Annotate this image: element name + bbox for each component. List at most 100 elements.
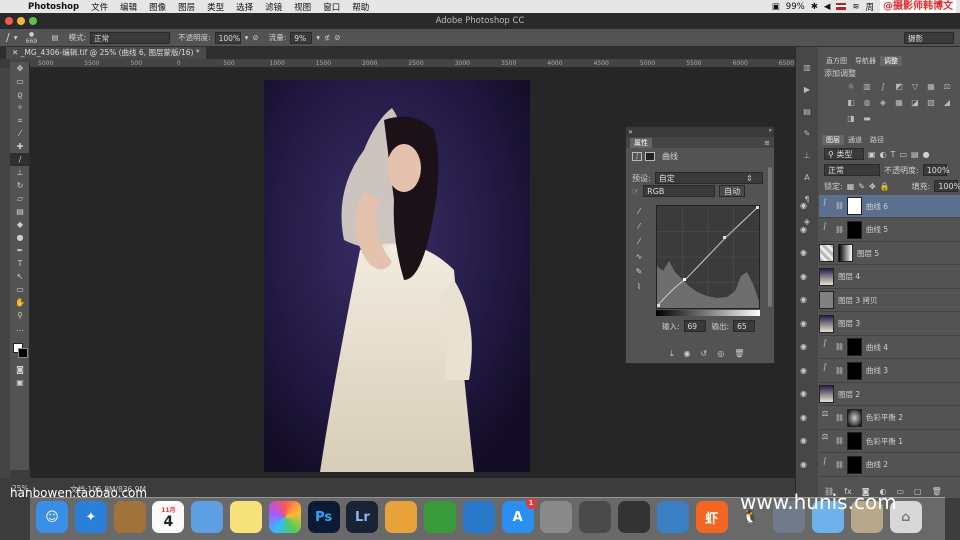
history-panel-icon[interactable]: ▥ — [800, 63, 814, 77]
curves-adjust-icon[interactable]: ∫ — [819, 197, 831, 215]
quick-select-tool-icon[interactable]: ✧ — [10, 101, 30, 114]
menu-image[interactable]: 图像 — [143, 1, 172, 13]
color-balance-icon[interactable]: ⚖ — [819, 432, 831, 450]
layer-row[interactable]: ◉ ⚖ ⛓ 色彩平衡 1 — [800, 430, 960, 453]
brush-tool-icon[interactable]: ∕ — [10, 153, 30, 166]
background-color-swatch[interactable] — [18, 348, 28, 358]
layer-thumbnail[interactable] — [819, 314, 834, 333]
wifi-icon[interactable]: ≋ — [852, 2, 859, 12]
layer-mask-thumbnail[interactable] — [846, 432, 862, 450]
lock-image-icon[interactable]: ✎ — [858, 182, 865, 191]
battery-indicator[interactable]: 99% — [786, 2, 805, 12]
eye-icon[interactable]: ◉ — [800, 295, 807, 304]
screenshot-icon[interactable] — [579, 501, 612, 533]
document-image[interactable] — [264, 80, 530, 472]
curve-graph[interactable] — [656, 205, 760, 309]
type-tool-icon[interactable]: T — [10, 257, 30, 270]
layer-mask-thumbnail[interactable] — [846, 408, 862, 427]
new-layer-icon[interactable]: ▢ — [914, 487, 922, 496]
zoom-icon[interactable] — [29, 17, 37, 25]
layer-row[interactable]: ◉ ∫ ⛓ 曲线 6 — [800, 195, 960, 218]
black-white-adjust-icon[interactable]: ◧ — [844, 96, 858, 110]
channel-select[interactable]: RGB — [643, 185, 716, 197]
dodge-tool-icon[interactable]: ● — [10, 231, 30, 244]
color-balance-adjust-icon[interactable]: ⚖ — [940, 80, 954, 94]
tab-layers[interactable]: 图层 — [822, 135, 844, 145]
contacts-icon[interactable] — [113, 501, 146, 533]
crop-tool-icon[interactable]: ⌗ — [10, 114, 30, 127]
eye-icon[interactable]: ◉ — [800, 272, 807, 281]
eye-icon[interactable]: ◉ — [800, 248, 807, 257]
mail-icon[interactable] — [191, 501, 224, 533]
move-tool-icon[interactable]: ✥ — [10, 62, 30, 75]
blend-mode-select[interactable]: 正常 — [824, 164, 880, 176]
output-field[interactable]: 65 — [733, 320, 756, 332]
lock-all-icon[interactable]: 🔒 — [880, 182, 890, 191]
tab-adjustments[interactable]: 调整 — [880, 56, 902, 66]
photoshop-icon[interactable]: Ps — [307, 501, 340, 533]
brush-panel-icon[interactable]: ▤ — [51, 33, 58, 42]
flow-chevron-icon[interactable]: ▾ — [316, 33, 320, 42]
minimize-icon[interactable] — [17, 17, 25, 25]
tab-channels[interactable]: 通道 — [844, 135, 866, 145]
properties-panel-header[interactable]: ✕ » — [626, 127, 774, 137]
levels-adjust-icon[interactable]: ▥ — [860, 80, 874, 94]
hand-adjust-icon[interactable]: ☞ — [632, 187, 639, 196]
brush-preset-picker[interactable]: ● 669 — [21, 31, 41, 45]
layer-mask-thumbnail[interactable] — [846, 338, 862, 356]
auto-button[interactable]: 自动 — [719, 185, 746, 197]
xiami-icon[interactable]: 虾 — [695, 501, 728, 533]
flow-field[interactable]: 9% — [290, 31, 313, 44]
eye-icon[interactable]: ◉ — [800, 460, 807, 469]
menu-app[interactable]: Photoshop — [22, 2, 85, 12]
opacity-field[interactable]: 100% — [214, 31, 241, 44]
layer-row[interactable]: ◉ 图层 5 — [800, 242, 960, 265]
chain-link-icon[interactable]: ⛓ — [835, 226, 844, 234]
chain-link-icon[interactable]: ⛓ — [835, 414, 844, 422]
clone-stamp-tool-icon[interactable]: ⊥ — [10, 166, 30, 179]
photos-icon[interactable] — [268, 501, 301, 533]
threshold-adjust-icon[interactable]: ◢ — [940, 96, 954, 110]
curves-adjust-icon[interactable]: ∫ — [819, 221, 831, 239]
layer-row[interactable]: ◉ 图层 3 拷贝 — [800, 289, 960, 312]
zoom-tool-icon[interactable]: ⚲ — [10, 309, 30, 322]
menu-filter[interactable]: 滤镜 — [259, 1, 288, 13]
menu-type[interactable]: 类型 — [201, 1, 230, 13]
fill-field[interactable]: 100% — [934, 180, 960, 192]
view-previous-icon[interactable]: ◉ — [684, 349, 691, 359]
eye-icon[interactable]: ◉ — [800, 436, 807, 445]
curves-adjust-icon[interactable]: ∫ — [819, 456, 831, 474]
document-tab[interactable]: ✕ _MG_4306-编辑.tif @ 25% (曲线 6, 图层蒙版/16) … — [6, 47, 206, 59]
panel-collapse-icon[interactable]: » — [768, 127, 774, 134]
quick-mask-icon[interactable]: ◙ — [10, 363, 30, 376]
clone-panel-icon[interactable]: ⊥ — [800, 151, 814, 165]
layer-filter-select[interactable]: ⚲ 类型 — [824, 148, 864, 160]
filter-pixel-icon[interactable]: ▣ — [868, 150, 876, 159]
filter-adjust-icon[interactable]: ◐ — [880, 150, 887, 159]
chain-link-icon[interactable]: ⛓ — [835, 367, 844, 375]
layer-thumbnail[interactable] — [819, 267, 834, 286]
layer-thumbnail[interactable] — [819, 291, 834, 309]
menu-view[interactable]: 视图 — [288, 1, 317, 13]
chain-link-icon[interactable]: ⛓ — [835, 461, 844, 469]
layer-mask-thumbnail[interactable] — [838, 244, 853, 262]
input-field[interactable]: 69 — [683, 320, 706, 332]
brightness-adjust-icon[interactable]: ☼ — [844, 80, 858, 94]
shape-tool-icon[interactable]: ▭ — [10, 283, 30, 296]
path-select-tool-icon[interactable]: ↖ — [10, 270, 30, 283]
layer-mask-thumbnail[interactable] — [846, 197, 862, 215]
panel-menu-icon[interactable]: ≡ — [764, 139, 774, 147]
preset-chevron-icon[interactable]: ⇕ — [746, 174, 753, 183]
tab-navigator[interactable]: 导航器 — [851, 56, 880, 66]
filter-smart-icon[interactable]: ▤ — [911, 150, 919, 159]
eye-icon[interactable]: ◉ — [800, 319, 807, 328]
mode-select[interactable]: 正常 — [90, 31, 171, 44]
keynote-icon[interactable] — [462, 501, 495, 533]
panel-close-icon[interactable]: ✕ — [626, 129, 633, 136]
layer-row[interactable]: ◉ ∫ ⛓ 曲线 5 — [800, 219, 960, 242]
hue-saturation-adjust-icon[interactable]: ▦ — [924, 80, 938, 94]
layer-row[interactable]: ◉ ∫ ⛓ 曲线 3 — [800, 360, 960, 383]
layer-mask-thumbnail[interactable] — [846, 220, 862, 239]
gray-point-eyedropper-icon[interactable]: ⁄ — [630, 220, 648, 233]
invert-adjust-icon[interactable]: ◪ — [908, 96, 922, 110]
